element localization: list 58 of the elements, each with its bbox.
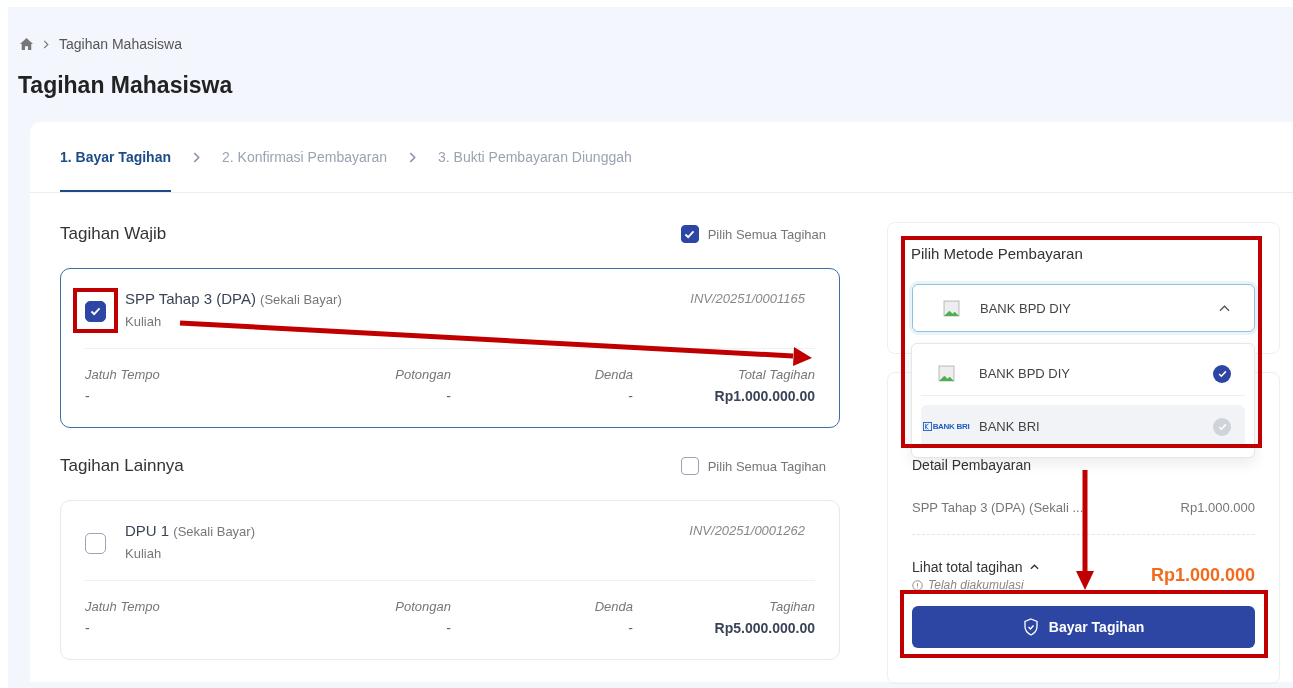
- checkbox[interactable]: [85, 533, 106, 554]
- breadcrumb-item[interactable]: Tagihan Mahasiswa: [59, 36, 182, 52]
- invoice-number: INV/20251/0001262: [689, 522, 806, 540]
- field-label: Jatuh Tempo: [85, 599, 161, 614]
- field-value: -: [85, 388, 91, 404]
- page-title: Tagihan Mahasiswa: [18, 71, 234, 99]
- chevron-icon: [193, 151, 200, 163]
- field-label: Jatuh Tempo: [85, 367, 161, 382]
- check-icon: [90, 307, 101, 316]
- bill-category: Kuliah: [125, 546, 163, 561]
- total-note: Telah diakumulasi: [928, 578, 1024, 592]
- field-label: Tagihan: [769, 599, 815, 614]
- total-amount: Rp1.000.000: [1150, 565, 1255, 586]
- invoice-number: INV/20251/0001165: [690, 290, 806, 308]
- checkbox[interactable]: [680, 225, 699, 243]
- checkbox[interactable]: [85, 301, 106, 322]
- field-label: Denda: [594, 599, 633, 614]
- field-value: Rp5.000.000.00: [714, 620, 815, 636]
- check-icon: [684, 229, 696, 239]
- info-icon: [912, 579, 923, 591]
- image-placeholder-icon: [943, 299, 960, 317]
- field-label: Potongan: [395, 367, 451, 382]
- chevron-icon: [43, 39, 49, 49]
- shield-check-icon: [1022, 618, 1039, 636]
- field-label: Total Tagihan: [737, 367, 815, 382]
- step-tab[interactable]: 1. Bayar Tagihan: [60, 122, 171, 192]
- section-title: Tagihan Lainnya: [60, 456, 184, 476]
- home-icon[interactable]: [20, 38, 33, 50]
- detail-item-amount: Rp1.000.000: [1180, 500, 1255, 515]
- field-label: Denda: [594, 367, 633, 382]
- panel-title: Pilih Metode Pembayaran: [911, 245, 1084, 262]
- check-circle-icon: [1213, 364, 1231, 383]
- image-placeholder-icon: [937, 365, 955, 382]
- field-value: -: [628, 620, 633, 636]
- chevron-icon: [409, 151, 416, 163]
- payment-select[interactable]: BANK BPD DIY: [912, 284, 1255, 332]
- field-value: -: [446, 388, 451, 404]
- field-label: Potongan: [395, 599, 451, 614]
- checkbox[interactable]: [680, 457, 699, 475]
- section-title: Tagihan Wajib: [60, 224, 167, 244]
- field-value: -: [85, 620, 91, 636]
- field-value: -: [628, 388, 633, 404]
- bill-category: Kuliah: [125, 314, 163, 329]
- highlight-frame: [73, 288, 118, 333]
- bill-name: DPU 1 (Sekali Bayar): [125, 521, 256, 541]
- bill-name: SPP Tahap 3 (DPA) (Sekali Bayar): [125, 289, 343, 309]
- select-all-label[interactable]: Pilih Semua Tagihan: [707, 226, 826, 242]
- field-value: Rp1.000.000.00: [714, 388, 815, 404]
- section-title: Detail Pembayaran: [912, 457, 1033, 473]
- chevron-up-icon: [1219, 304, 1230, 312]
- bank-logo: BANK BRI: [922, 422, 970, 431]
- check-circle-icon: [1213, 417, 1231, 436]
- field-value: -: [446, 620, 451, 636]
- pay-button[interactable]: Bayar Tagihan: [912, 606, 1255, 648]
- detail-item-label: SPP Tahap 3 (DPA) (Sekali ...: [912, 500, 1084, 515]
- dropdown-option[interactable]: BANK BPD DIY: [921, 352, 1245, 396]
- select-all-label[interactable]: Pilih Semua Tagihan: [707, 458, 826, 474]
- total-toggle[interactable]: Lihat total tagihan: [912, 559, 1039, 575]
